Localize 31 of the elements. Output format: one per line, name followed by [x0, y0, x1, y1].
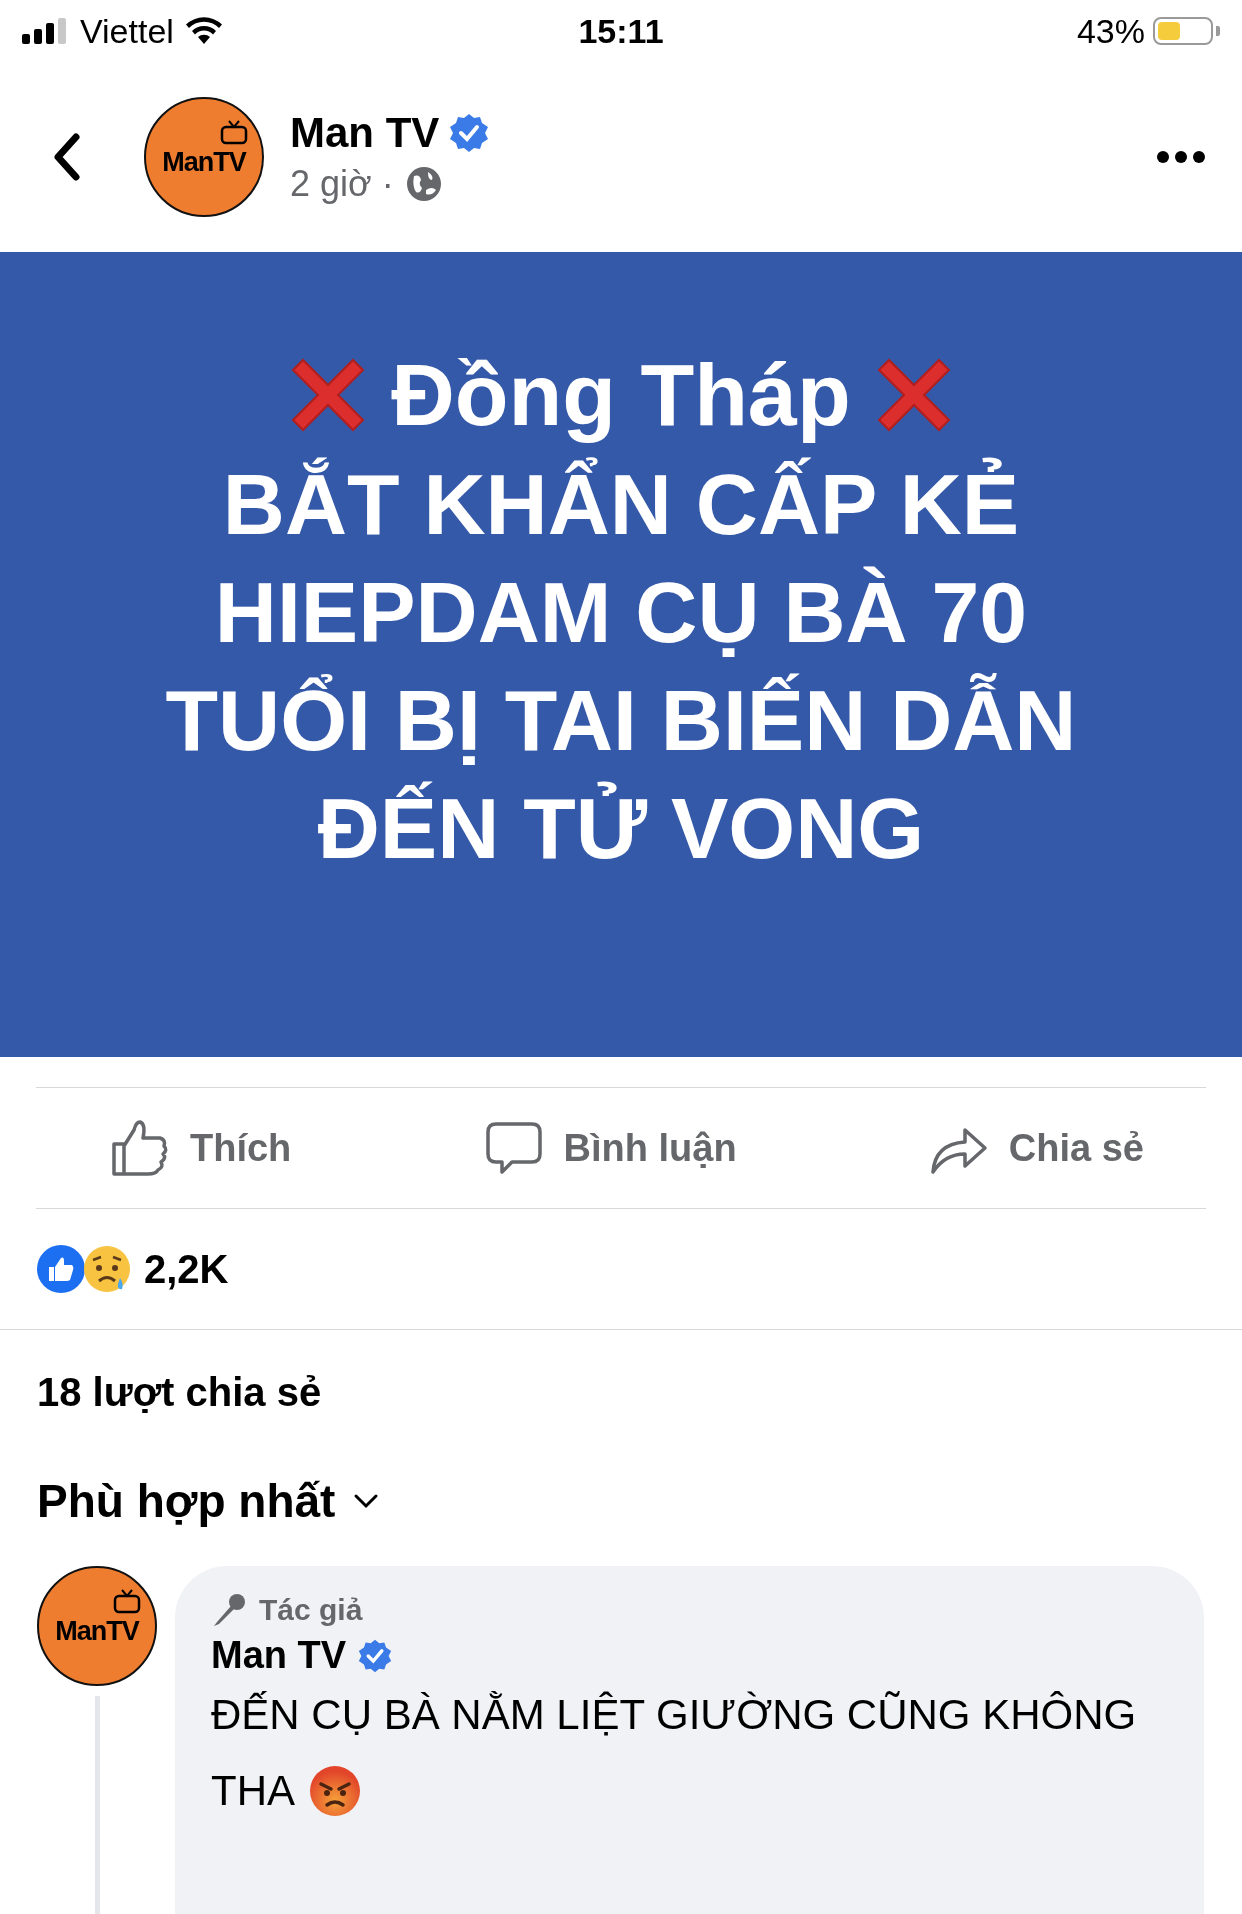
- comment-text: THA: [211, 1766, 295, 1816]
- angry-face-icon: [309, 1765, 361, 1817]
- battery-icon: [1153, 17, 1220, 45]
- page-avatar[interactable]: ManTV: [144, 97, 264, 217]
- headline-title: Đồng Tháp: [391, 344, 851, 446]
- share-button[interactable]: Chia sẻ: [928, 1118, 1144, 1178]
- commenter-avatar[interactable]: ManTV: [37, 1566, 157, 1686]
- headline-text: BẮT KHẨN CẤP KẺ HIEPDAM CỤ BÀ 70 TUỔI BỊ TAI BIẾN DẪN ĐẾN TỬ VONG: [165, 455, 1077, 878]
- sort-dropdown[interactable]: Phù hợp nhất: [37, 1474, 380, 1528]
- sad-reaction-icon: [82, 1244, 132, 1294]
- microphone-icon: [211, 1592, 247, 1628]
- more-options-icon[interactable]: [1156, 150, 1206, 164]
- comment-text: ĐẾN CỤ BÀ NẰM LIỆT GIƯỜNG CŨNG KHÔNG: [211, 1690, 1137, 1740]
- back-icon[interactable]: [52, 133, 82, 181]
- post-time: 2 giờ ·: [290, 163, 394, 205]
- wifi-icon: [185, 17, 222, 45]
- comment-button[interactable]: Bình luận: [483, 1118, 737, 1178]
- chevron-down-icon: [353, 1493, 380, 1509]
- clock-time: 15:11: [578, 11, 664, 51]
- thumbs-up-icon: [110, 1118, 170, 1178]
- author-label: Tác giả: [259, 1593, 363, 1627]
- battery-percent: 43%: [1076, 11, 1145, 51]
- like-button[interactable]: Thích: [110, 1118, 292, 1178]
- reaction-count[interactable]: 2,2K: [144, 1246, 229, 1292]
- signal-icon: [22, 18, 68, 44]
- share-count[interactable]: 18 lượt chia sẻ: [0, 1330, 1242, 1450]
- carrier-name: Viettel: [80, 11, 174, 51]
- comment-author[interactable]: Man TV: [211, 1634, 347, 1677]
- page-name[interactable]: Man TV: [290, 109, 440, 157]
- globe-icon: [405, 166, 442, 202]
- like-reaction-icon: [36, 1244, 86, 1294]
